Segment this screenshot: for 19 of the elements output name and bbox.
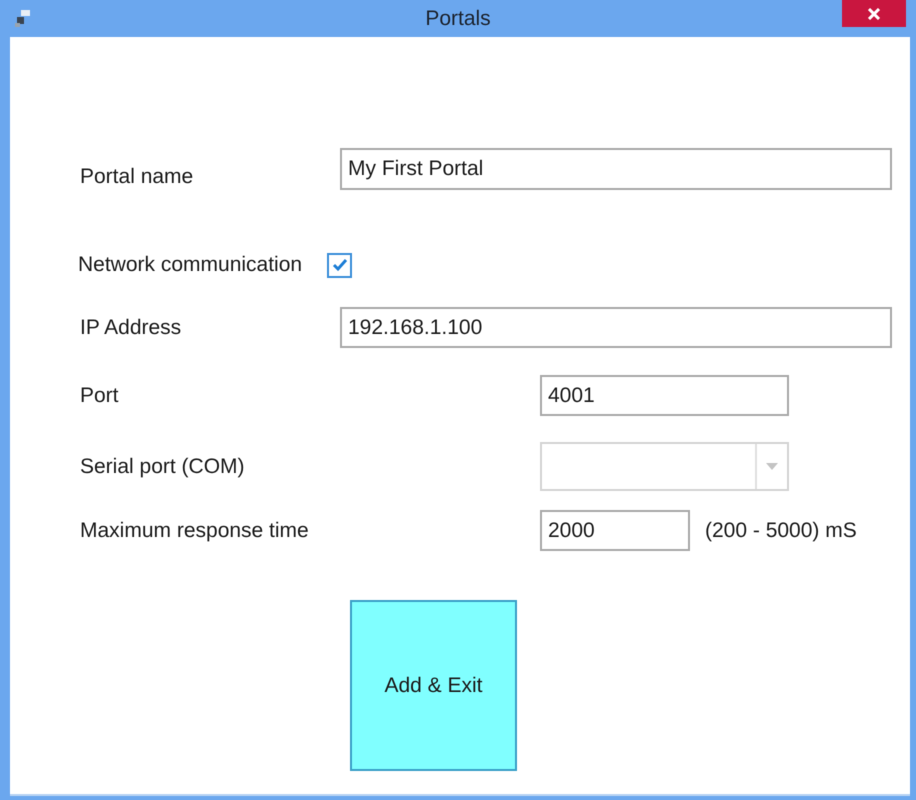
dropdown-arrow-icon (766, 463, 778, 470)
checkbox[interactable] (327, 252, 352, 278)
close-button[interactable] (842, 0, 906, 27)
window-title: Portals (425, 6, 491, 32)
field-label: Serial port (COM) (80, 454, 245, 480)
input-field[interactable]: 4001 (540, 375, 789, 416)
field-label: Portal name (80, 164, 194, 190)
app-icon (14, 8, 32, 28)
input-field[interactable]: My First Portal (340, 148, 892, 190)
check-icon (332, 258, 348, 272)
field-label: Network communication (78, 252, 302, 278)
field-label: Maximum response time (80, 518, 309, 544)
close-icon (868, 8, 880, 20)
field-label: Port (80, 382, 119, 409)
range-hint: (200 - 5000) mS (705, 518, 857, 544)
input-field[interactable]: 192.168.1.100 (340, 307, 892, 348)
field-label: IP Address (80, 314, 182, 341)
input-field[interactable]: 2000 (540, 510, 690, 551)
add-exit-button[interactable]: Add & Exit (350, 600, 517, 771)
